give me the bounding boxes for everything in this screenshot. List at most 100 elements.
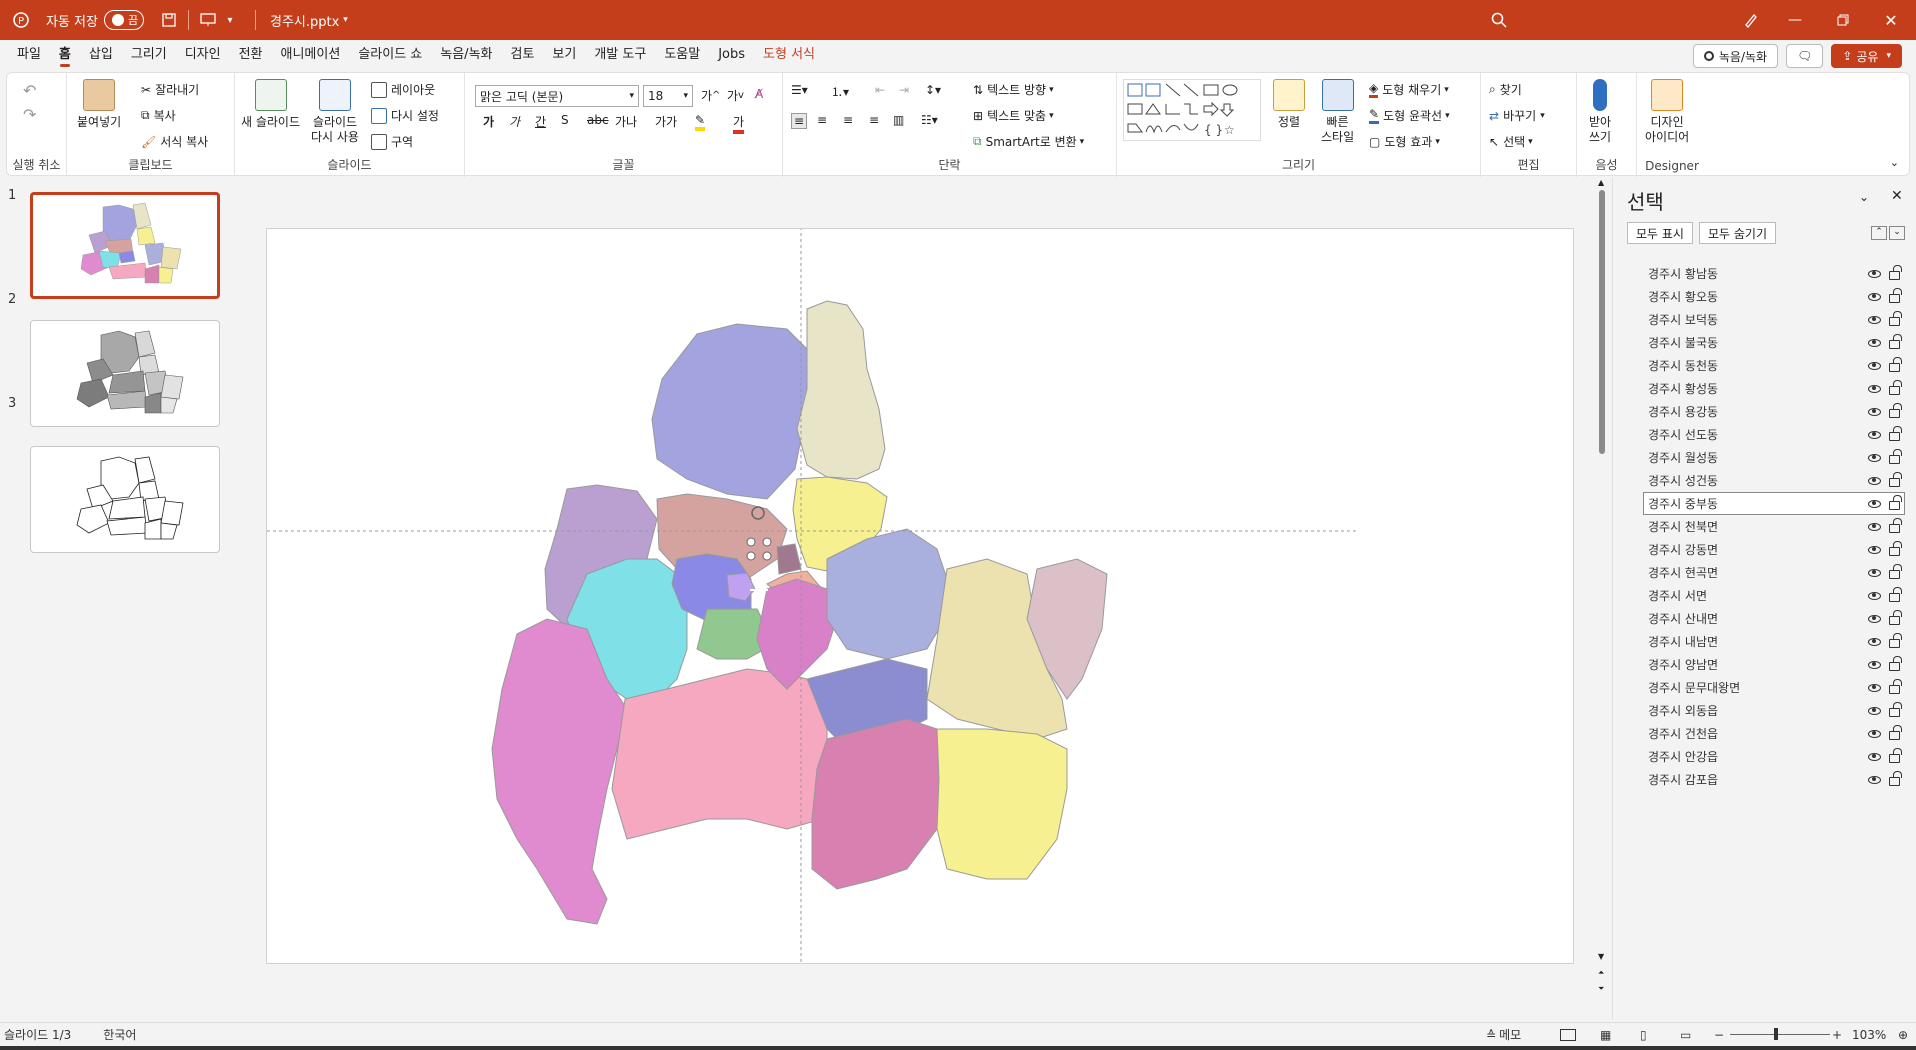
ribbon-collapse-icon[interactable]: ⌄	[1890, 156, 1899, 169]
tab-design[interactable]: 디자인	[176, 40, 230, 70]
new-slide-button[interactable]: 새 슬라이드	[241, 79, 300, 130]
visibility-eye-icon[interactable]	[1868, 637, 1881, 646]
unlock-icon[interactable]	[1889, 564, 1902, 579]
selection-item[interactable]: 경주시 안강읍	[1643, 745, 1905, 768]
visibility-eye-icon[interactable]	[1868, 499, 1881, 508]
unlock-icon[interactable]	[1889, 679, 1902, 694]
pane-close-icon[interactable]: ✕	[1891, 188, 1903, 204]
visibility-eye-icon[interactable]	[1868, 384, 1881, 393]
visibility-eye-icon[interactable]	[1868, 453, 1881, 462]
selection-item[interactable]: 경주시 황오동	[1643, 285, 1905, 308]
search-icon[interactable]	[1488, 9, 1510, 31]
visibility-eye-icon[interactable]	[1868, 729, 1881, 738]
next-slide-icon[interactable]: ⏷	[1598, 984, 1604, 994]
reset-button[interactable]: 다시 설정	[371, 107, 439, 124]
selection-item[interactable]: 경주시 현곡면	[1643, 561, 1905, 584]
zoom-slider[interactable]	[1730, 1034, 1830, 1035]
unlock-icon[interactable]	[1889, 449, 1902, 464]
slideshow-view-icon[interactable]: ▭	[1680, 1028, 1691, 1042]
visibility-eye-icon[interactable]	[1868, 361, 1881, 370]
visibility-eye-icon[interactable]	[1868, 269, 1881, 278]
file-name[interactable]: 경주시.pptx	[270, 11, 339, 30]
slide-thumbnail-3[interactable]	[30, 446, 220, 553]
underline-button[interactable]: 간	[535, 113, 546, 130]
tab-developer[interactable]: 개발 도구	[585, 40, 655, 70]
tab-transitions[interactable]: 전환	[230, 40, 272, 70]
visibility-eye-icon[interactable]	[1868, 683, 1881, 692]
unlock-icon[interactable]	[1889, 610, 1902, 625]
shape-effects-button[interactable]: ▢ 도형 효과 ▾	[1369, 133, 1440, 150]
tab-file[interactable]: 파일	[8, 40, 50, 70]
dictate-button[interactable]: 받아 쓰기	[1589, 79, 1611, 145]
unlock-icon[interactable]	[1889, 702, 1902, 717]
selection-item[interactable]: 경주시 성건동	[1643, 469, 1905, 492]
unlock-icon[interactable]	[1889, 334, 1902, 349]
selection-item[interactable]: 경주시 황남동	[1643, 262, 1905, 285]
slide-thumbnail-2[interactable]	[30, 320, 220, 427]
present-icon[interactable]	[197, 9, 219, 31]
unlock-icon[interactable]	[1889, 380, 1902, 395]
unlock-icon[interactable]	[1889, 426, 1902, 441]
bring-forward-icon[interactable]: ⌃	[1871, 226, 1887, 240]
visibility-eye-icon[interactable]	[1868, 292, 1881, 301]
tab-insert[interactable]: 삽입	[80, 40, 122, 70]
selection-item[interactable]: 경주시 용강동	[1643, 400, 1905, 423]
cut-button[interactable]: ✂ 잘라내기	[141, 81, 199, 98]
save-icon[interactable]	[158, 9, 180, 31]
smartart-button[interactable]: ⧉ SmartArt로 변환 ▾	[973, 133, 1084, 150]
visibility-eye-icon[interactable]	[1868, 614, 1881, 623]
change-case-button[interactable]: 가가	[655, 113, 677, 130]
selection-item[interactable]: 경주시 내남면	[1643, 630, 1905, 653]
shrink-font-icon[interactable]: 가v	[727, 87, 744, 104]
decrease-indent-icon[interactable]: ⇤	[875, 83, 885, 97]
reuse-slide-button[interactable]: 슬라이드 다시 사용	[311, 79, 359, 145]
show-all-button[interactable]: 모두 표시	[1627, 222, 1693, 244]
customize-chevron-icon[interactable]: ▾	[219, 9, 241, 31]
pane-options-chevron-icon[interactable]: ⌄	[1859, 190, 1869, 204]
columns-icon[interactable]: ☷▾	[921, 113, 938, 127]
tab-review[interactable]: 검토	[502, 40, 544, 70]
notes-button[interactable]: ≙ 메모	[1486, 1026, 1521, 1043]
layout-button[interactable]: 레이아웃	[371, 81, 435, 98]
shadow-button[interactable]: S	[561, 113, 569, 127]
undo-icon[interactable]: ↶	[23, 81, 36, 100]
unlock-icon[interactable]	[1889, 403, 1902, 418]
text-direction-button[interactable]: ⇅ 텍스트 방향 ▾	[973, 81, 1054, 98]
replace-button[interactable]: ⇄ 바꾸기 ▾	[1489, 107, 1545, 124]
designer-button[interactable]: 디자인 아이디어	[1645, 79, 1689, 145]
font-name-select[interactable]: 맑은 고딕 (본문) ▾	[475, 85, 639, 107]
selection-item[interactable]: 경주시 불국동	[1643, 331, 1905, 354]
selection-item[interactable]: 경주시 선도동	[1643, 423, 1905, 446]
unlock-icon[interactable]	[1889, 357, 1902, 372]
tab-help[interactable]: 도움말	[655, 40, 709, 70]
selection-item[interactable]: 경주시 양남면	[1643, 653, 1905, 676]
section-button[interactable]: 구역	[371, 133, 413, 150]
unlock-icon[interactable]	[1889, 495, 1902, 510]
align-left-icon[interactable]: ≡	[791, 113, 808, 129]
vertical-scrollbar[interactable]: ▲ ▼ ⏶ ⏷	[1596, 178, 1608, 1020]
slide-thumbnail-1[interactable]	[30, 192, 220, 299]
tab-home[interactable]: 홈	[50, 40, 80, 70]
tab-draw[interactable]: 그리기	[122, 40, 176, 70]
shape-fill-button[interactable]: ◈ 도형 채우기 ▾	[1369, 81, 1449, 98]
unlock-icon[interactable]	[1889, 311, 1902, 326]
bold-button[interactable]: 가	[483, 113, 494, 130]
selection-item[interactable]: 경주시 서면	[1643, 584, 1905, 607]
copy-button[interactable]: ⧉ 복사	[141, 107, 176, 124]
slide-sorter-icon[interactable]: ▦	[1600, 1028, 1611, 1042]
unlock-icon[interactable]	[1889, 265, 1902, 280]
send-backward-icon[interactable]: ⌄	[1889, 226, 1905, 240]
paste-button[interactable]: 붙여넣기	[77, 79, 121, 130]
selection-item[interactable]: 경주시 천북면	[1643, 515, 1905, 538]
numbering-icon[interactable]: ⒈▾	[831, 83, 849, 100]
reading-view-icon[interactable]: ▯	[1640, 1028, 1647, 1042]
zoom-out-icon[interactable]: −	[1714, 1028, 1724, 1042]
selection-item[interactable]: 경주시 감포읍	[1643, 768, 1905, 791]
normal-view-icon[interactable]	[1560, 1028, 1576, 1041]
tab-animations[interactable]: 애니메이션	[272, 40, 350, 70]
unlock-icon[interactable]	[1889, 587, 1902, 602]
restore-icon[interactable]	[1832, 9, 1854, 31]
unlock-icon[interactable]	[1889, 725, 1902, 740]
visibility-eye-icon[interactable]	[1868, 522, 1881, 531]
select-button[interactable]: ↖ 선택 ▾	[1489, 133, 1533, 150]
